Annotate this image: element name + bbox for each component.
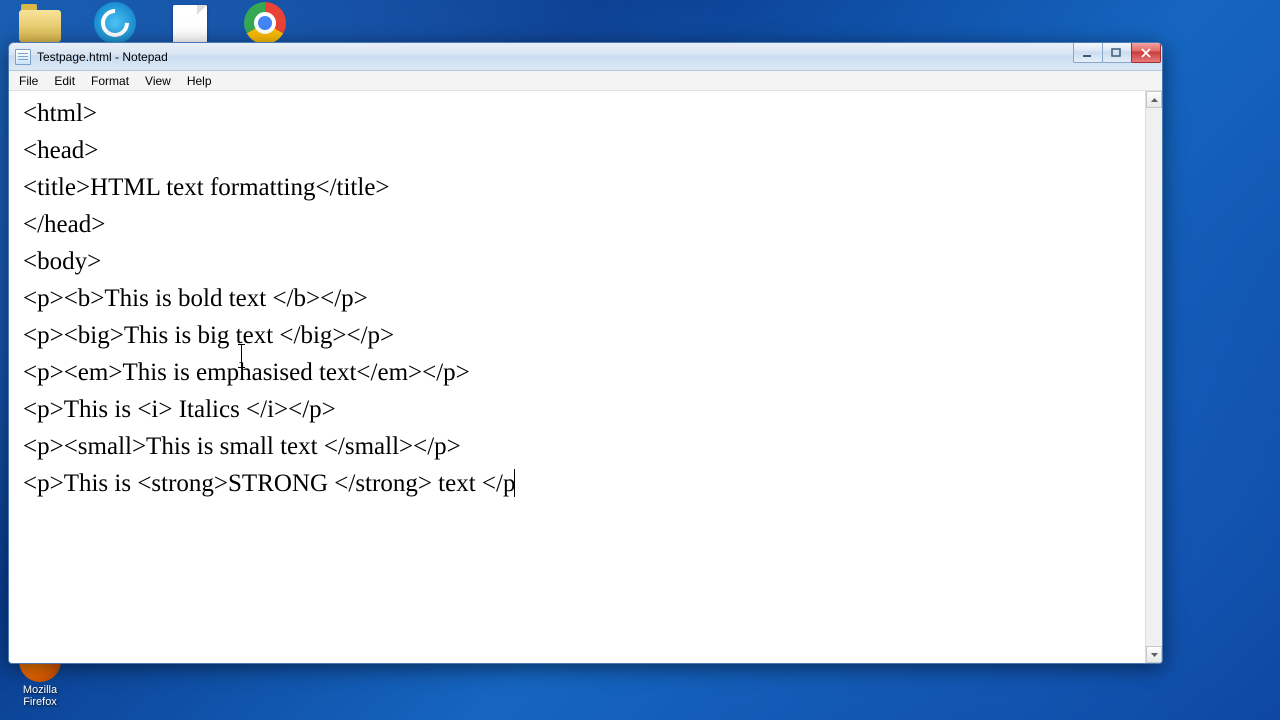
notepad-app-icon — [15, 49, 31, 65]
text-caret — [514, 469, 515, 497]
mouse-ibeam-cursor — [241, 344, 242, 368]
menu-help[interactable]: Help — [179, 72, 220, 90]
desktop-icon-label: Mozilla Firefox — [10, 684, 70, 708]
editor-line: <body> — [23, 243, 1139, 280]
editor-line: </head> — [23, 206, 1139, 243]
titlebar[interactable]: Testpage.html - Notepad — [9, 43, 1162, 71]
notepad-window: Testpage.html - Notepad File Edit Format… — [8, 42, 1163, 664]
menu-view[interactable]: View — [137, 72, 179, 90]
client-area: <html><head><title>HTML text formatting<… — [9, 91, 1162, 663]
desktop-icon-chrome[interactable] — [235, 2, 295, 46]
close-button[interactable] — [1131, 43, 1161, 63]
scroll-up-button[interactable] — [1146, 91, 1162, 108]
chrome-icon — [244, 2, 286, 44]
vertical-scrollbar[interactable] — [1145, 91, 1162, 663]
minimize-icon — [1082, 48, 1094, 58]
text-editor[interactable]: <html><head><title>HTML text formatting<… — [9, 91, 1145, 663]
app-icon — [94, 2, 136, 44]
editor-line: <p><big>This is big text </big></p> — [23, 317, 1139, 354]
editor-line: <p><small>This is small text </small></p… — [23, 428, 1139, 465]
maximize-icon — [1111, 48, 1123, 58]
menu-format[interactable]: Format — [83, 72, 137, 90]
menubar: File Edit Format View Help — [9, 71, 1162, 91]
close-icon — [1140, 48, 1152, 58]
chevron-down-icon — [1150, 652, 1159, 658]
desktop-icon-folder[interactable] — [10, 2, 70, 44]
desktop-icon-app[interactable] — [85, 2, 145, 46]
editor-line: <head> — [23, 132, 1139, 169]
menu-file[interactable]: File — [11, 72, 46, 90]
menu-edit[interactable]: Edit — [46, 72, 83, 90]
scroll-down-button[interactable] — [1146, 646, 1162, 663]
maximize-button[interactable] — [1102, 43, 1132, 63]
window-controls — [1073, 43, 1161, 63]
editor-line: <title>HTML text formatting</title> — [23, 169, 1139, 206]
editor-line: <p><em>This is emphasised text</em></p> — [23, 354, 1139, 391]
scroll-track[interactable] — [1146, 108, 1162, 646]
minimize-button[interactable] — [1073, 43, 1103, 63]
chevron-up-icon — [1150, 97, 1159, 103]
editor-line: <p><b>This is bold text </b></p> — [23, 280, 1139, 317]
window-title: Testpage.html - Notepad — [37, 50, 168, 64]
desktop[interactable]: Mozilla Firefox Testpage.html - Notepad … — [0, 0, 1280, 720]
editor-line: <p>This is <strong>STRONG </strong> text… — [23, 465, 1139, 502]
editor-line: <html> — [23, 95, 1139, 132]
folder-icon — [19, 10, 61, 42]
editor-line: <p>This is <i> Italics </i></p> — [23, 391, 1139, 428]
document-icon — [173, 5, 207, 47]
